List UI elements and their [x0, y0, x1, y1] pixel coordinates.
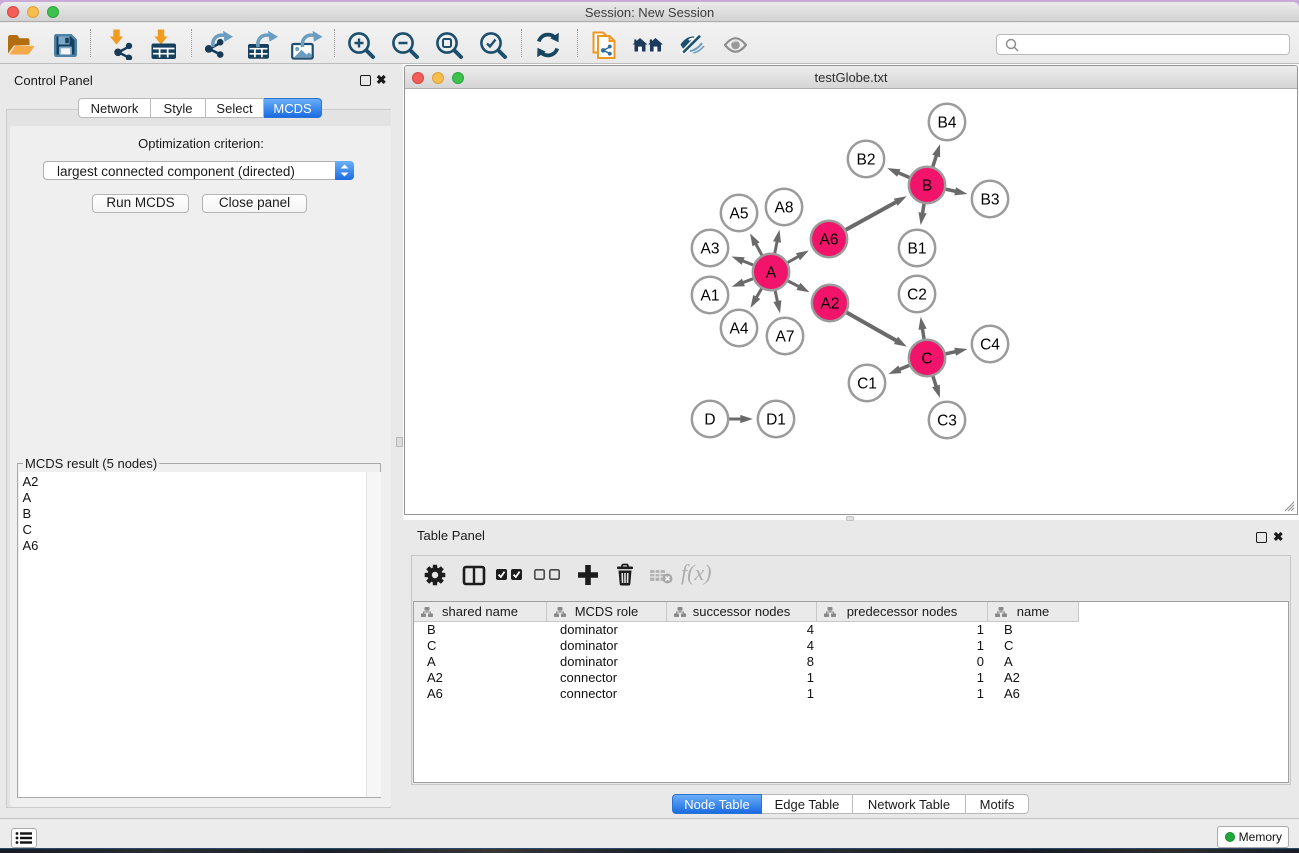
svg-text:A3: A3	[701, 241, 720, 258]
svg-text:f(x): f(x)	[681, 562, 712, 585]
svg-text:B3: B3	[981, 192, 1000, 209]
svg-text:C3: C3	[937, 413, 957, 430]
svg-text:D1: D1	[766, 412, 786, 429]
svg-text:A8: A8	[775, 200, 794, 217]
svg-text:B1: B1	[908, 241, 927, 258]
svg-text:B: B	[922, 178, 932, 195]
svg-text:A4: A4	[730, 321, 749, 338]
svg-text:A7: A7	[776, 329, 795, 346]
svg-text:B2: B2	[857, 152, 876, 169]
svg-text:C1: C1	[857, 376, 877, 393]
svg-text:A6: A6	[820, 232, 839, 249]
svg-text:B4: B4	[938, 115, 957, 132]
svg-text:A5: A5	[730, 206, 749, 223]
svg-text:A2: A2	[821, 296, 840, 313]
svg-text:A: A	[766, 265, 777, 282]
svg-text:C4: C4	[980, 337, 1000, 354]
svg-text:C2: C2	[907, 287, 927, 304]
svg-text:C: C	[921, 351, 932, 368]
svg-text:A1: A1	[701, 288, 720, 305]
svg-text:D: D	[704, 412, 715, 429]
